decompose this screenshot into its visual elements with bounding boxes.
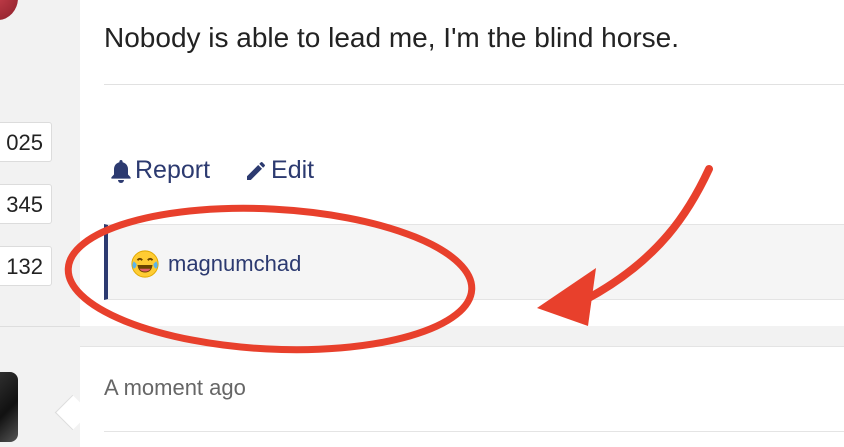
user-sidebar: 025 345 132 <box>0 0 80 442</box>
divider <box>104 84 844 85</box>
divider <box>0 326 80 327</box>
post-actions: Report Edit <box>110 156 314 185</box>
stat-box: 025 <box>0 122 52 162</box>
reaction-username[interactable]: magnumchad <box>168 251 301 277</box>
report-button[interactable]: Report <box>110 156 210 185</box>
post-card: A moment ago <box>80 346 844 447</box>
reaction-user[interactable]: magnumchad <box>130 249 301 279</box>
avatar[interactable] <box>0 372 18 442</box>
edit-button[interactable]: Edit <box>244 156 314 185</box>
pencil-icon <box>247 161 266 180</box>
post-card: Nobody is able to lead me, I'm the blind… <box>80 0 844 326</box>
report-label: Report <box>135 156 211 184</box>
bell-icon <box>111 159 131 183</box>
reaction-box: magnumchad <box>104 224 844 300</box>
divider <box>104 431 844 432</box>
avatar[interactable] <box>0 0 18 20</box>
edit-label: Edit <box>271 156 315 184</box>
stat-box: 132 <box>0 246 52 286</box>
post-timestamp: A moment ago <box>104 375 246 400</box>
stat-box: 345 <box>0 184 52 224</box>
laughing-crying-emoji-icon <box>131 250 159 278</box>
post-text: Nobody is able to lead me, I'm the blind… <box>104 22 679 53</box>
